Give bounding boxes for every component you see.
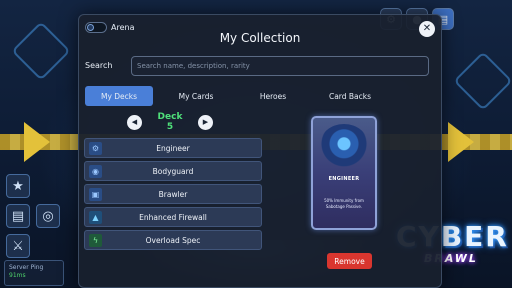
- switch-knob: [87, 24, 94, 31]
- server-ping-value: 91ms: [9, 271, 26, 279]
- background-hex-decoration: [453, 51, 512, 111]
- tab-heroes[interactable]: Heroes: [239, 86, 307, 106]
- card-row-engineer[interactable]: ⚙ Engineer: [84, 138, 262, 158]
- side-menu: ★ ▤ ◎ ⚔: [6, 174, 60, 258]
- search-input[interactable]: [131, 56, 429, 76]
- tab-my-decks[interactable]: My Decks: [85, 86, 153, 106]
- gear-icon: ⚙: [89, 141, 102, 155]
- modal-title: My Collection: [219, 31, 301, 45]
- preview-card-description: 50% Immunity from Sabotage Passive.: [324, 198, 364, 209]
- card-row-overload-spec[interactable]: ϟ Overload Spec: [84, 230, 262, 250]
- card-label: Bodyguard: [152, 166, 194, 176]
- deck-selector: ◀ Deck 5 ▶: [127, 112, 213, 132]
- collection-tabs: My Decks My Cards Heroes Card Backs: [85, 86, 393, 106]
- card-row-brawler[interactable]: ▣ Brawler: [84, 184, 262, 204]
- server-ping-label: Server Ping: [9, 264, 44, 271]
- trophy-icon[interactable]: ★: [6, 174, 30, 198]
- battle-icon[interactable]: ⚔: [6, 234, 30, 258]
- tab-my-cards[interactable]: My Cards: [162, 86, 230, 106]
- preview-card-name: ENGINEER: [328, 176, 360, 182]
- remove-button[interactable]: Remove: [327, 253, 372, 269]
- left-arrow-decoration: [24, 122, 50, 162]
- background-hex-decoration: [11, 21, 71, 81]
- engineer-card-art: [319, 124, 369, 168]
- tab-card-backs[interactable]: Card Backs: [316, 86, 384, 106]
- lightning-icon: ϟ: [89, 233, 102, 247]
- coins-icon[interactable]: ◎: [36, 204, 60, 228]
- server-ping-panel: Server Ping 91ms: [4, 260, 64, 286]
- prev-deck-button[interactable]: ◀: [127, 114, 142, 130]
- card-row-bodyguard[interactable]: ◉ Bodyguard: [84, 161, 262, 181]
- shield-icon: ◉: [89, 164, 102, 178]
- cards-stack-icon[interactable]: ▤: [6, 204, 30, 228]
- card-preview: ENGINEER 50% Immunity from Sabotage Pass…: [311, 116, 377, 230]
- card-label: Engineer: [156, 143, 190, 153]
- deck-card-list: ⚙ Engineer ◉ Bodyguard ▣ Brawler ▲ Enhan…: [84, 138, 262, 253]
- right-arrow-decoration: [448, 122, 474, 162]
- card-row-enhanced-firewall[interactable]: ▲ Enhanced Firewall: [84, 207, 262, 227]
- card-label: Overload Spec: [145, 235, 201, 245]
- close-icon[interactable]: ✕: [419, 21, 435, 37]
- firewall-icon: ▲: [89, 210, 102, 224]
- search-label: Search: [85, 61, 113, 70]
- collection-modal: Arena My Collection ✕ Search My Decks My…: [78, 14, 442, 288]
- fist-icon: ▣: [89, 187, 102, 201]
- card-label: Enhanced Firewall: [139, 212, 207, 222]
- next-deck-button[interactable]: ▶: [198, 114, 213, 130]
- card-label: Brawler: [158, 189, 188, 199]
- deck-name: Deck 5: [157, 112, 183, 132]
